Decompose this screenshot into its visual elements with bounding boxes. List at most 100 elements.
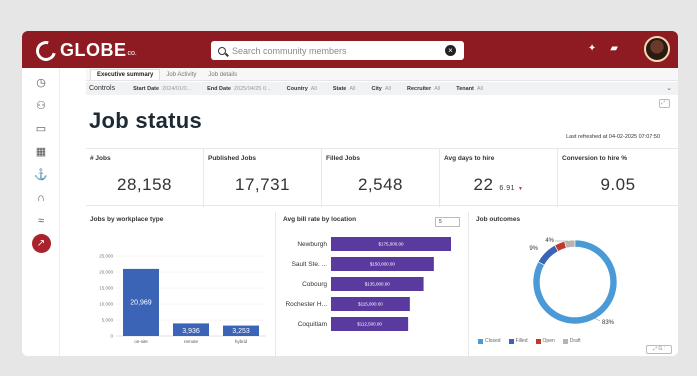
tab-bar: Executive summary Job Activity Job detai… — [86, 68, 678, 81]
legend-label: Filled — [515, 338, 528, 344]
brand-suffix: co. — [127, 50, 137, 57]
kpi-value: 17,731 — [235, 175, 290, 194]
tab-job-activity[interactable]: Job Activity — [160, 70, 202, 80]
top-n-input[interactable]: 5 — [435, 217, 460, 227]
bar-value-label: 20,969 — [130, 299, 152, 306]
filter-city[interactable]: City All — [371, 86, 391, 92]
y-tick-label: 20,000 — [99, 270, 113, 275]
topbar-icons: ✦ ▰ — [588, 43, 618, 54]
kpi-secondary-value: 6.91 — [499, 185, 516, 192]
dashboard-content: Executive summary Job Activity Job detai… — [86, 68, 678, 356]
kpi-label: Avg days to hire — [444, 155, 495, 162]
kpi-value: 2,548 — [357, 175, 404, 194]
location-label: Sault Ste. ... — [292, 261, 328, 268]
kpi-value: 28,158 — [117, 175, 172, 194]
chevron-down-icon[interactable]: ⌄ — [666, 84, 672, 92]
users-icon[interactable]: ⚇ — [22, 94, 60, 117]
avatar[interactable] — [644, 36, 670, 62]
y-tick-label: 15,000 — [99, 286, 113, 291]
legend-item[interactable]: Filled — [508, 338, 528, 344]
panel-job-outcomes: Job outcomes 83% 9% 4% Closed Filled Open Dra… — [472, 212, 678, 356]
controls-title: Controls — [89, 85, 116, 92]
workplace-bar-chart: 0 5,000 10,000 15,000 20,000 25,000 20,969 on-s… — [99, 254, 266, 344]
legend-swatch — [535, 338, 541, 344]
trend-down-icon: ▼ — [518, 186, 524, 192]
pin-icon[interactable]: ✦ — [588, 43, 596, 54]
bar-value-label: $175,000.00 — [378, 242, 404, 247]
filter-start-date[interactable]: Start Date 2024/01/0... — [133, 86, 191, 92]
kpi-label: # Jobs — [90, 155, 111, 162]
bar-value-label: $112,500.00 — [357, 322, 382, 327]
panel-title: Jobs by workplace type — [90, 216, 164, 223]
kpi-filled-jobs: Filled Jobs 2,548 — [322, 149, 440, 207]
panel-options-icon[interactable]: ⤢ G ⋮ — [646, 345, 672, 354]
panel-workplace-type: Jobs by workplace type 0 5,000 10,000 15,00… — [86, 212, 276, 356]
top-bar: GLOBE co. Search community members × ✦ ▰ — [22, 31, 678, 68]
clear-search-icon[interactable]: × — [445, 45, 456, 56]
filter-country[interactable]: Country All — [287, 86, 317, 92]
x-tick-label: on-site — [134, 339, 148, 344]
expand-icon[interactable]: ⤢ ⋮ — [659, 99, 670, 108]
brand-name: GLOBE — [60, 40, 127, 60]
sidebar: ◷ ⚇ ▭ ▦ ⚓ ∩ ≈ ↗ — [22, 68, 60, 356]
legend-swatch — [508, 338, 514, 344]
outcomes-donut-chart: 83% 9% 4% — [529, 238, 618, 326]
legend-item[interactable]: Closed — [478, 338, 501, 344]
legend-swatch — [478, 338, 483, 344]
tab-job-details[interactable]: Job details — [202, 70, 243, 80]
search-input[interactable]: Search community members — [232, 46, 347, 56]
legend-swatch — [562, 338, 568, 344]
panel-bill-rate: Avg bill rate by location 5 Newburgh $175… — [279, 212, 469, 356]
filter-tenant[interactable]: Tenant All — [456, 86, 483, 92]
dashboard-icon[interactable]: ◷ — [22, 71, 60, 94]
y-tick-label: 10,000 — [99, 302, 113, 307]
kpi-value: 22 6.91 ▼ — [473, 175, 524, 194]
donut-slice-filled — [537, 244, 559, 266]
briefcase-icon[interactable]: ▭ — [22, 117, 60, 140]
y-tick-label: 5,000 — [102, 318, 114, 323]
kpi-value: 9.05 — [600, 175, 636, 194]
globe-logo-icon — [32, 36, 60, 65]
filter-end-date[interactable]: End Date 2025/04/25 0... — [207, 86, 271, 92]
kpi-jobs: # Jobs 28,158 — [86, 149, 204, 207]
bar-value-label: 3,936 — [182, 328, 200, 335]
analytics-icon[interactable]: ↗ — [22, 232, 60, 255]
page-title: Job status — [89, 108, 203, 133]
legend-label: Open — [542, 338, 555, 344]
search-icon — [218, 46, 226, 55]
y-tick-label: 0 — [110, 334, 113, 339]
headset-icon[interactable]: ∩ — [22, 186, 60, 209]
x-tick-label: hybrid — [235, 339, 248, 344]
kpi-label: Published Jobs — [208, 155, 257, 162]
network-icon[interactable]: ≈ — [22, 209, 60, 232]
filter-state[interactable]: State All — [333, 86, 356, 92]
slice-label: 83% — [602, 320, 615, 326]
anchor-icon[interactable]: ⚓ — [22, 163, 60, 186]
legend-label: Draft — [569, 338, 581, 344]
tab-executive-summary[interactable]: Executive summary — [90, 69, 161, 80]
brand-logo[interactable]: GLOBE co. — [32, 36, 137, 65]
calendar-icon[interactable]: ▦ — [22, 140, 60, 163]
location-label: Cobourg — [302, 281, 327, 288]
location-label: Newburgh — [297, 241, 327, 248]
y-tick-label: 25,000 — [99, 254, 113, 259]
kpi-label: Filled Jobs — [326, 155, 360, 162]
last-refreshed: Last refreshed at 04-02-2025 07:07:50 — [566, 134, 660, 140]
legend-label: Closed — [485, 338, 501, 344]
kpi-avg-days-to-hire: Avg days to hire 22 6.91 ▼ — [440, 149, 558, 207]
bar-value-label: 3,253 — [232, 328, 250, 335]
legend-item[interactable]: Open — [535, 338, 555, 344]
slice-label: 9% — [529, 246, 538, 252]
panel-title: Avg bill rate by location — [283, 216, 357, 223]
slice-label: 4% — [545, 238, 554, 244]
chat-icon[interactable]: ▰ — [610, 43, 618, 54]
kpi-published-jobs: Published Jobs 17,731 — [204, 149, 322, 207]
location-label: Coquitlam — [298, 321, 327, 328]
controls-bar: Controls Start Date 2024/01/0... End Date… — [86, 82, 678, 95]
kpi-conversion: Conversion to hire % 9.05 — [558, 149, 678, 207]
filter-recruiter[interactable]: Recruiter All — [407, 86, 440, 92]
bar-value-label: $150,000.00 — [370, 262, 396, 267]
legend-item[interactable]: Draft — [562, 338, 581, 344]
location-label: Rochester H... — [285, 301, 327, 308]
search-bar[interactable]: Search community members × — [211, 41, 464, 60]
